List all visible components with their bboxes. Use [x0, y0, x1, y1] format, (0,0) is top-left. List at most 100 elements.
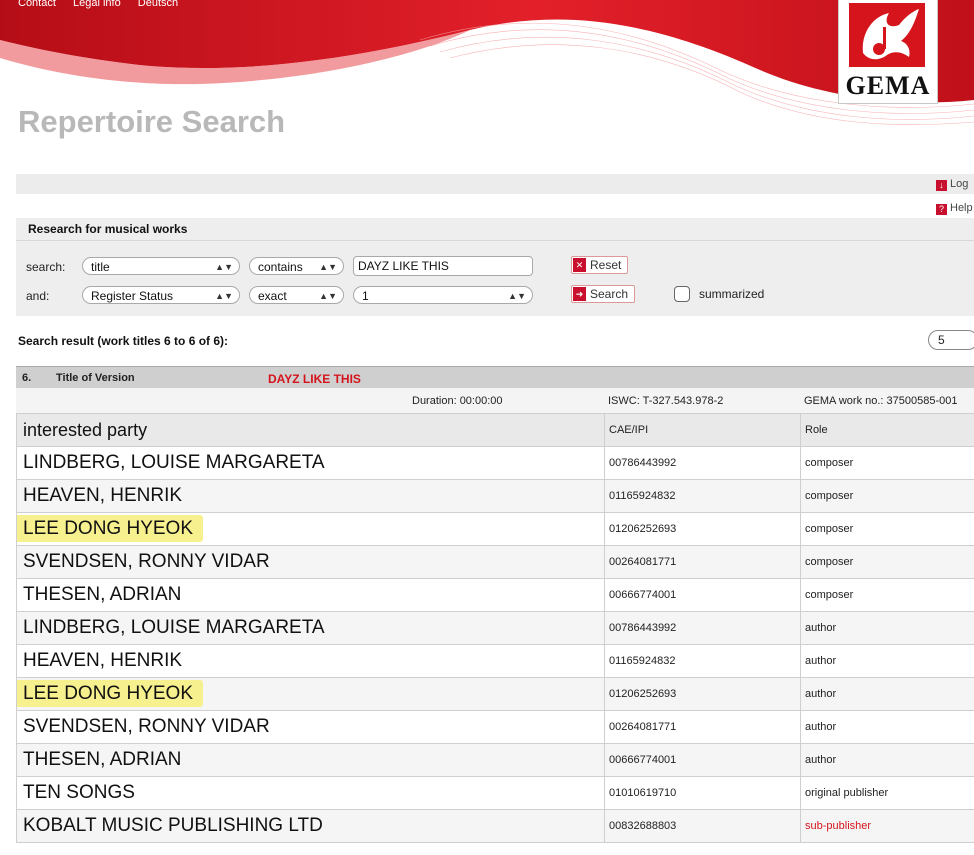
party-role: composer: [800, 512, 974, 546]
search-button[interactable]: ➜ Search: [571, 285, 636, 303]
table-row: LINDBERG, LOUISE MARGARETA 00786443992 com…: [16, 446, 974, 480]
party-name-cell: THESEN, ADRIAN: [16, 743, 605, 777]
party-name: HEAVEN, HENRIK: [23, 650, 183, 671]
party-ipi: 00666774001: [604, 743, 801, 777]
party-name-cell: HEAVEN, HENRIK: [16, 479, 605, 513]
party-name-cell: SVENDSEN, RONNY VIDAR: [16, 710, 605, 744]
legal-info-link[interactable]: Legal info: [73, 0, 121, 9]
party-name: KOBALT MUSIC PUBLISHING LTD: [23, 815, 323, 836]
table-row: HEAVEN, HENRIK 01165924832 author: [16, 644, 974, 678]
duration: Duration: 00:00:00: [412, 395, 503, 407]
party-role: author: [800, 677, 974, 711]
column-header-role: Role: [800, 413, 974, 447]
gema-work-number: GEMA work no.: 37500585-001: [804, 395, 958, 407]
page-title: Repertoire Search: [18, 104, 286, 139]
table-row: THESEN, ADRIAN 00666774001 composer: [16, 578, 974, 612]
party-role: composer: [800, 446, 974, 480]
party-ipi: 00832688803: [604, 809, 801, 843]
party-name: HEAVEN, HENRIK: [23, 485, 183, 506]
contact-link[interactable]: Contact: [18, 0, 56, 9]
party-role: sub-publisher: [800, 809, 974, 843]
party-role: author: [800, 743, 974, 777]
party-name: SVENDSEN, RONNY VIDAR: [23, 551, 270, 572]
select-arrows-icon: ▲▼: [319, 291, 337, 301]
party-name: LEE DONG HYEOK: [17, 515, 203, 542]
party-name-cell: LEE DONG HYEOK: [16, 512, 605, 546]
page-select[interactable]: 5: [928, 330, 974, 350]
party-name: LINDBERG, LOUISE MARGARETA: [23, 617, 325, 638]
deutsch-link[interactable]: Deutsch: [138, 0, 178, 9]
search-panel-title: Research for musical works: [28, 222, 188, 236]
party-role: composer: [800, 479, 974, 513]
party-ipi: 00786443992: [604, 446, 801, 480]
reset-button[interactable]: ✕ Reset: [571, 256, 629, 274]
work-number: 6.: [22, 372, 32, 384]
party-name: LINDBERG, LOUISE MARGARETA: [23, 452, 325, 473]
select-arrows-icon: ▲▼: [215, 262, 233, 272]
table-row: TEN SONGS 01010619710 original publisher: [16, 776, 974, 810]
column-header-ipi: CAE/IPI: [604, 413, 801, 447]
summarized-label: summarized: [699, 287, 765, 301]
party-ipi: 00264081771: [604, 545, 801, 579]
party-role: original publisher: [800, 776, 974, 810]
party-role: author: [800, 611, 974, 645]
help-link[interactable]: ? Help: [936, 202, 973, 215]
table-row: SVENDSEN, RONNY VIDAR 00264081771 composer: [16, 545, 974, 579]
party-ipi: 01165924832: [604, 479, 801, 513]
party-name: TEN SONGS: [23, 782, 135, 803]
party-name-cell: LINDBERG, LOUISE MARGARETA: [16, 446, 605, 480]
select-arrows-icon: ▲▼: [215, 291, 233, 301]
party-ipi: 01206252693: [604, 512, 801, 546]
toolbar-bar: [16, 174, 974, 194]
title-of-version-label: Title of Version: [56, 372, 135, 384]
work-meta-row: Duration: 00:00:00 ISWC: T-327.543.978-2…: [16, 388, 974, 414]
party-ipi: 01206252693: [604, 677, 801, 711]
search-value-input[interactable]: DAYZ LIKE THIS: [353, 256, 533, 276]
party-name-cell: LEE DONG HYEOK: [16, 677, 605, 711]
party-name-cell: TEN SONGS: [16, 776, 605, 810]
party-name-cell: THESEN, ADRIAN: [16, 578, 605, 612]
search-label: search:: [26, 260, 66, 274]
table-row: SVENDSEN, RONNY VIDAR 00264081771 author: [16, 710, 974, 744]
divider: [16, 240, 974, 241]
party-ipi: 00786443992: [604, 611, 801, 645]
party-ipi: 00264081771: [604, 710, 801, 744]
search-panel: Research for musical works search: title…: [16, 218, 974, 316]
table-row: HEAVEN, HENRIK 01165924832 composer: [16, 479, 974, 513]
reset-icon: ✕: [573, 258, 586, 272]
table-row: LEE DONG HYEOK 01206252693 composer: [16, 512, 974, 546]
and-field-select[interactable]: Register Status ▲▼: [82, 286, 240, 304]
party-name: LEE DONG HYEOK: [17, 680, 203, 707]
work-header: 6. Title of Version DAYZ LIKE THIS: [16, 366, 974, 389]
gema-logo-mark-icon: [849, 3, 925, 67]
party-ipi: 01010619710: [604, 776, 801, 810]
party-role: composer: [800, 545, 974, 579]
party-ipi: 01165924832: [604, 644, 801, 678]
party-role: author: [800, 710, 974, 744]
table-row: LEE DONG HYEOK 01206252693 author: [16, 677, 974, 711]
interested-parties-table: interested party CAE/IPI Role LINDBERG, …: [16, 413, 974, 843]
table-header-row: interested party CAE/IPI Role: [16, 413, 974, 447]
logout-link[interactable]: ↓ Log: [936, 178, 968, 191]
party-name-cell: LINDBERG, LOUISE MARGARETA: [16, 611, 605, 645]
gema-logo[interactable]: GEMA: [838, 0, 938, 104]
column-header-party: interested party: [16, 413, 605, 447]
gema-logo-text: GEMA: [845, 71, 931, 100]
search-arrow-icon: ➜: [573, 287, 586, 301]
and-value-select[interactable]: 1 ▲▼: [353, 286, 533, 304]
party-role: composer: [800, 578, 974, 612]
top-links: Contact Legal info Deutsch: [18, 0, 192, 9]
party-name: THESEN, ADRIAN: [23, 584, 182, 605]
search-result-title: Search result (work titles 6 to 6 of 6):: [18, 334, 229, 348]
and-operator-select[interactable]: exact ▲▼: [249, 286, 344, 304]
search-operator-select[interactable]: contains ▲▼: [249, 257, 344, 275]
summarized-checkbox[interactable]: [674, 286, 690, 302]
party-ipi: 00666774001: [604, 578, 801, 612]
party-name-cell: HEAVEN, HENRIK: [16, 644, 605, 678]
iswc: ISWC: T-327.543.978-2: [608, 395, 724, 407]
work-title[interactable]: DAYZ LIKE THIS: [268, 372, 361, 386]
party-name: SVENDSEN, RONNY VIDAR: [23, 716, 270, 737]
search-field-select[interactable]: title ▲▼: [82, 257, 240, 275]
and-label: and:: [26, 289, 50, 303]
party-name-cell: KOBALT MUSIC PUBLISHING LTD: [16, 809, 605, 843]
